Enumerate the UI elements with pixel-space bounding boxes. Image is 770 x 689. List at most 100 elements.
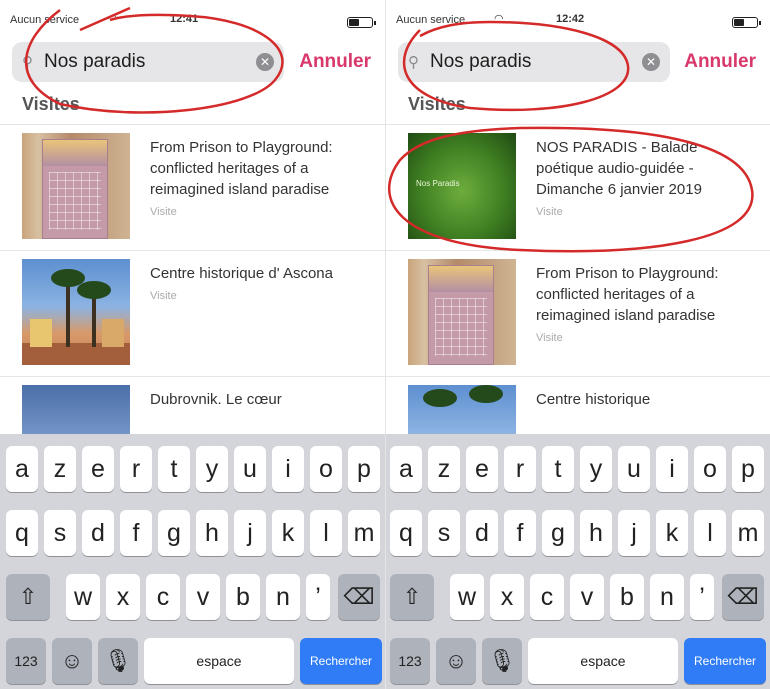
search-input-value: Nos paradis — [430, 51, 532, 72]
wifi-icon: ◠ — [108, 13, 118, 25]
list-item[interactable]: From Prison to Playground: conflicted he… — [386, 250, 770, 376]
key-u[interactable]: u — [618, 446, 650, 492]
delete-key-icon[interactable]: ⌫ — [722, 574, 764, 620]
key-h[interactable]: h — [580, 510, 612, 556]
carrier-label: Aucun service — [10, 14, 80, 26]
key-d[interactable]: d — [82, 510, 114, 556]
list-item[interactable]: Nos Paradis NOS PARADIS - Balade poétiqu… — [386, 124, 770, 250]
search-icon: ⚲ — [22, 54, 33, 71]
result-thumbnail — [408, 259, 516, 365]
key-apostrophe[interactable]: ’ — [690, 574, 714, 620]
key-u[interactable]: u — [234, 446, 266, 492]
list-item[interactable]: Centre historique d' Ascona Visite — [0, 250, 385, 376]
key-n[interactable]: n — [266, 574, 300, 620]
key-z[interactable]: z — [44, 446, 76, 492]
key-x[interactable]: x — [490, 574, 524, 620]
key-d[interactable]: d — [466, 510, 498, 556]
microphone-key-icon[interactable]: 🎙 — [482, 638, 522, 684]
key-r[interactable]: r — [120, 446, 152, 492]
key-n[interactable]: n — [650, 574, 684, 620]
clear-icon[interactable]: ✕ — [256, 53, 274, 71]
key-t[interactable]: t — [542, 446, 574, 492]
numbers-key[interactable]: 123 — [390, 638, 430, 684]
key-j[interactable]: j — [234, 510, 266, 556]
key-f[interactable]: f — [504, 510, 536, 556]
key-h[interactable]: h — [196, 510, 228, 556]
space-key[interactable]: espace — [528, 638, 678, 684]
cancel-button[interactable]: Annuler — [684, 51, 756, 73]
key-b[interactable]: b — [226, 574, 260, 620]
key-l[interactable]: l — [694, 510, 726, 556]
key-q[interactable]: q — [390, 510, 422, 556]
result-title: Dubrovnik. Le cœur — [150, 391, 282, 408]
clear-icon[interactable]: ✕ — [642, 53, 660, 71]
key-p[interactable]: p — [732, 446, 764, 492]
key-f[interactable]: f — [120, 510, 152, 556]
search-screen-left: Aucun service ◠ 12:41 ⚲ Nos paradis ✕ An… — [0, 0, 385, 689]
key-z[interactable]: z — [428, 446, 460, 492]
key-s[interactable]: s — [44, 510, 76, 556]
emoji-key-icon[interactable]: ☺ — [52, 638, 92, 684]
key-c[interactable]: c — [530, 574, 564, 620]
key-e[interactable]: e — [82, 446, 114, 492]
battery-icon — [732, 17, 761, 28]
section-header: Visites — [22, 94, 80, 114]
key-p[interactable]: p — [348, 446, 380, 492]
key-m[interactable]: m — [348, 510, 380, 556]
battery-icon — [347, 17, 376, 28]
key-r[interactable]: r — [504, 446, 536, 492]
search-key[interactable]: Rechercher — [300, 638, 382, 684]
search-key[interactable]: Rechercher — [684, 638, 766, 684]
key-apostrophe[interactable]: ’ — [306, 574, 330, 620]
key-m[interactable]: m — [732, 510, 764, 556]
status-bar: Aucun service ◠ 12:41 — [0, 0, 385, 30]
thumbnail-caption: Nos Paradis — [416, 179, 460, 188]
key-v[interactable]: v — [570, 574, 604, 620]
key-g[interactable]: g — [542, 510, 574, 556]
key-g[interactable]: g — [158, 510, 190, 556]
key-k[interactable]: k — [656, 510, 688, 556]
key-y[interactable]: y — [580, 446, 612, 492]
key-v[interactable]: v — [186, 574, 220, 620]
search-input-value: Nos paradis — [44, 51, 146, 72]
result-thumbnail: Nos Paradis — [408, 133, 516, 239]
search-row: ⚲ Nos paradis ✕ Annuler — [12, 42, 373, 82]
key-a[interactable]: a — [390, 446, 422, 492]
key-i[interactable]: i — [656, 446, 688, 492]
search-input[interactable]: ⚲ Nos paradis ✕ — [12, 42, 284, 82]
shift-key[interactable]: ⇧ — [6, 574, 50, 620]
key-w[interactable]: w — [66, 574, 100, 620]
key-c[interactable]: c — [146, 574, 180, 620]
status-bar: Aucun service ◠ 12:42 — [386, 0, 770, 30]
key-o[interactable]: o — [310, 446, 342, 492]
list-item[interactable]: From Prison to Playground: conflicted he… — [0, 124, 385, 250]
key-l[interactable]: l — [310, 510, 342, 556]
key-t[interactable]: t — [158, 446, 190, 492]
key-k[interactable]: k — [272, 510, 304, 556]
shift-key[interactable]: ⇧ — [390, 574, 434, 620]
key-a[interactable]: a — [6, 446, 38, 492]
result-type: Visite — [150, 206, 177, 218]
emoji-key-icon[interactable]: ☺ — [436, 638, 476, 684]
key-b[interactable]: b — [610, 574, 644, 620]
result-title: From Prison to Playground: conflicted he… — [536, 265, 719, 324]
cancel-button[interactable]: Annuler — [299, 51, 371, 73]
clock: 12:41 — [170, 13, 199, 25]
key-y[interactable]: y — [196, 446, 228, 492]
key-e[interactable]: e — [466, 446, 498, 492]
key-x[interactable]: x — [106, 574, 140, 620]
microphone-key-icon[interactable]: 🎙 — [98, 638, 138, 684]
key-q[interactable]: q — [6, 510, 38, 556]
key-w[interactable]: w — [450, 574, 484, 620]
key-j[interactable]: j — [618, 510, 650, 556]
key-s[interactable]: s — [428, 510, 460, 556]
delete-key-icon[interactable]: ⌫ — [338, 574, 380, 620]
key-o[interactable]: o — [694, 446, 726, 492]
key-i[interactable]: i — [272, 446, 304, 492]
space-key[interactable]: espace — [144, 638, 294, 684]
numbers-key[interactable]: 123 — [6, 638, 46, 684]
search-icon: ⚲ — [408, 54, 419, 71]
result-title: From Prison to Playground: conflicted he… — [150, 139, 333, 198]
search-input[interactable]: ⚲ Nos paradis ✕ — [398, 42, 670, 82]
clock: 12:42 — [556, 13, 585, 25]
